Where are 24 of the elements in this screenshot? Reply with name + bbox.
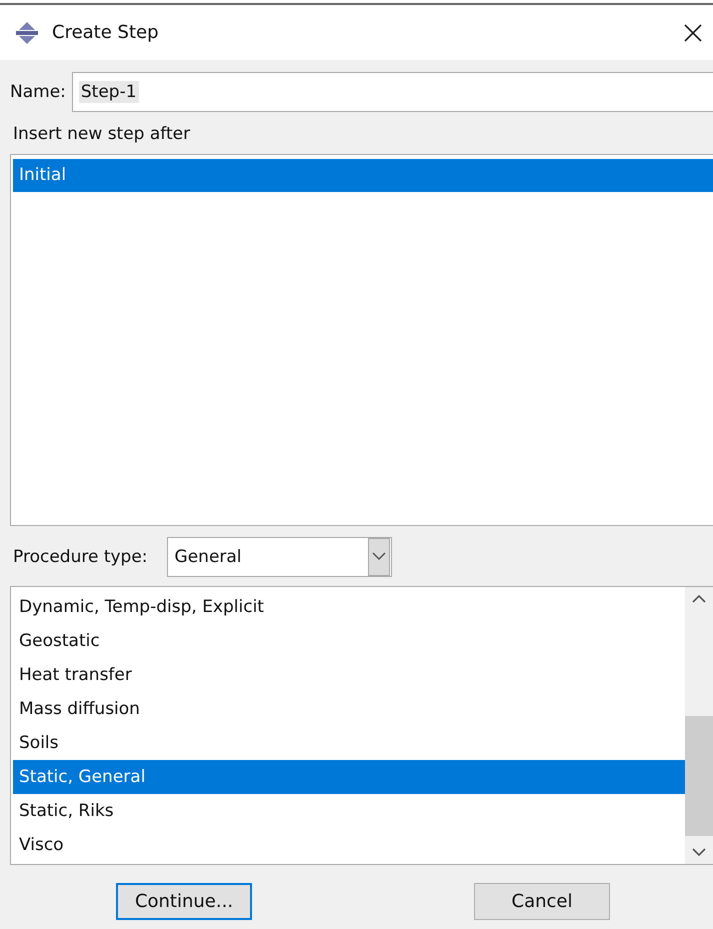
scrollbar[interactable] bbox=[685, 587, 713, 864]
procedure-type-dropdown[interactable]: General bbox=[166, 537, 392, 577]
procedure-item[interactable]: Geostatic bbox=[13, 624, 685, 658]
chevron-down-icon bbox=[368, 538, 390, 576]
chevron-up-icon[interactable] bbox=[691, 593, 707, 605]
scrollbar-thumb[interactable] bbox=[685, 716, 713, 836]
close-icon[interactable] bbox=[683, 22, 703, 42]
continue-button[interactable]: Continue... bbox=[116, 883, 252, 920]
window-title: Create Step bbox=[52, 22, 159, 43]
name-field[interactable]: Step-1 bbox=[72, 72, 713, 112]
procedure-item[interactable]: Mass diffusion bbox=[13, 692, 685, 726]
insert-after-label: Insert new step after bbox=[13, 124, 192, 144]
app-icon bbox=[14, 20, 40, 46]
cancel-button[interactable]: Cancel bbox=[474, 883, 610, 920]
name-label: Name: bbox=[10, 82, 66, 102]
procedure-item[interactable]: Soils bbox=[13, 726, 685, 760]
procedure-item[interactable]: Dynamic, Temp-disp, Explicit bbox=[13, 590, 685, 624]
step-item[interactable]: Initial bbox=[13, 159, 713, 192]
procedure-item[interactable]: Visco bbox=[13, 828, 685, 862]
procedure-type-label: Procedure type: bbox=[13, 547, 148, 567]
procedure-item[interactable]: Static, General bbox=[13, 760, 685, 794]
procedure-item[interactable]: Heat transfer bbox=[13, 658, 685, 692]
procedure-item[interactable]: Static, Riks bbox=[13, 794, 685, 828]
chevron-down-icon[interactable] bbox=[691, 846, 707, 858]
